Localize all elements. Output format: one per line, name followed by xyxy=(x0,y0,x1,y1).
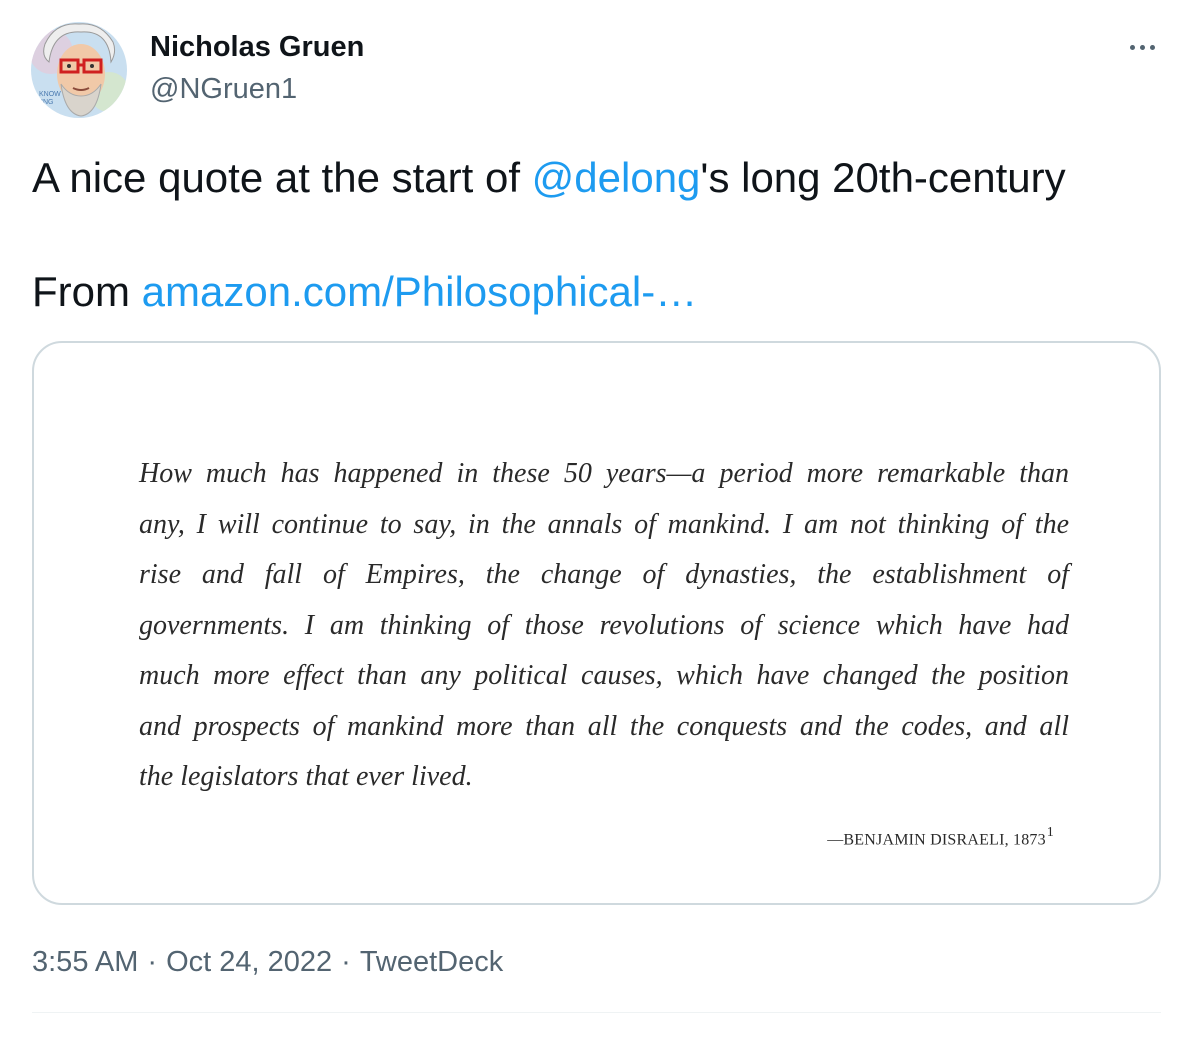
quote-text: How much has happened in these 50 years—… xyxy=(139,449,1069,803)
mention-link[interactable]: @delong xyxy=(532,154,701,201)
quote-line: much more effect than any political caus… xyxy=(139,660,1069,691)
quote-line: any, I will continue to say, in the anna… xyxy=(139,508,1069,540)
quote-attribution: —BENJAMIN DISRAELI, 18731 xyxy=(827,825,1054,849)
tweet-time[interactable]: 3:55 AM xyxy=(32,946,138,978)
tweet-meta: 3:55 AM · Oct 24, 2022 · TweetDeck xyxy=(32,943,503,981)
caricature-avatar-icon: KNOW ING xyxy=(31,22,127,118)
tweet-text: A nice quote at the start of @delong's l… xyxy=(32,150,1172,315)
more-horizontal-icon-dot xyxy=(1139,44,1145,50)
svg-text:KNOW: KNOW xyxy=(39,91,61,98)
attribution-text: —BENJAMIN DISRAELI, 1873 xyxy=(827,831,1046,849)
media-image[interactable]: How much has happened in these 50 years—… xyxy=(32,341,1161,905)
more-horizontal-icon xyxy=(1129,44,1135,50)
quote-line: the legislators that ever lived. xyxy=(139,761,473,792)
quote-line: governments. I am thinking of those revo… xyxy=(139,609,1069,641)
quote-line: How much has happened in these 50 years—… xyxy=(139,458,1069,489)
tweet-text-line-2: From amazon.com/Philosophical-… xyxy=(32,264,697,320)
footnote-marker: 1 xyxy=(1046,825,1054,840)
quote-line: and prospects of mankind more than all t… xyxy=(139,710,1069,742)
tweet-text-line-1: A nice quote at the start of @delong's l… xyxy=(32,150,1172,206)
tweet-date[interactable]: Oct 24, 2022 xyxy=(166,946,332,978)
tweet-text-continuation: 's long 20th-century xyxy=(700,154,1066,201)
avatar[interactable]: KNOW ING xyxy=(31,22,127,118)
tweet: KNOW ING Nicholas Gruen @NGruen1 A nice … xyxy=(0,0,1198,1056)
author-handle[interactable]: @NGruen1 xyxy=(150,72,297,106)
author-display-name[interactable]: Nicholas Gruen xyxy=(150,30,364,64)
from-label: From xyxy=(32,268,142,315)
more-horizontal-icon-dot xyxy=(1149,44,1155,50)
tweet-source[interactable]: TweetDeck xyxy=(360,946,503,978)
tweet-text-intro: A nice quote at the start of xyxy=(32,154,532,201)
divider xyxy=(32,1012,1161,1013)
more-options-button[interactable] xyxy=(1118,30,1166,64)
quote-line: rise and fall of Empires, the change of … xyxy=(139,559,1069,590)
meta-separator: · xyxy=(147,946,158,978)
svg-text:ING: ING xyxy=(41,99,53,106)
meta-separator: · xyxy=(341,946,351,978)
url-link[interactable]: amazon.com/Philosophical-… xyxy=(142,268,698,315)
